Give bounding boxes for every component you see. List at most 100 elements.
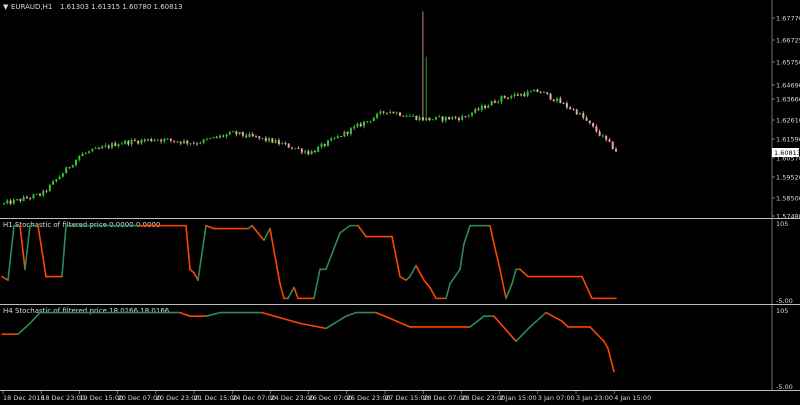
- candle-body: [464, 116, 467, 118]
- price-tick-label: 1.61590: [776, 136, 800, 144]
- stoch-segment: [345, 311, 357, 317]
- candle-body: [435, 116, 437, 120]
- candle-body: [448, 116, 451, 120]
- stoch-segment: [197, 224, 207, 281]
- h4-bottom-value: -5.00: [776, 383, 793, 391]
- price-tick-label: 1.62610: [776, 117, 800, 125]
- stoch-segment: [607, 347, 615, 373]
- stoch-segment: [1, 275, 9, 281]
- candle-body: [45, 190, 48, 192]
- stoch-segment: [269, 227, 281, 285]
- candle-body: [255, 136, 257, 138]
- candle-body: [225, 134, 228, 137]
- h4-stochastic-line: [1, 311, 615, 373]
- h4-indicator-label: H4 Stochastic of filtered price 18.0166 …: [3, 307, 170, 315]
- candle-body: [503, 95, 506, 98]
- candle-body: [183, 140, 185, 144]
- candle-body: [192, 143, 195, 145]
- stoch-segment: [515, 326, 531, 343]
- candle-body: [399, 112, 401, 116]
- candle-body: [212, 136, 215, 139]
- candle-body: [480, 105, 483, 110]
- candle-body: [97, 148, 100, 149]
- candle-body: [385, 112, 388, 114]
- candle-body: [575, 109, 578, 115]
- candle-body: [349, 128, 352, 134]
- candle-body: [199, 142, 202, 144]
- candle-body: [438, 116, 441, 118]
- stoch-segment: [603, 340, 609, 350]
- time-axis: 18 Dec 201818 Dec 23:0019 Dec 15:0020 De…: [2, 391, 651, 402]
- stoch-segment: [339, 224, 351, 234]
- time-tick-label: 24 Dec 07:00: [232, 394, 276, 402]
- stoch-segment: [61, 224, 67, 278]
- candle-body: [264, 137, 267, 141]
- candle-body: [585, 117, 588, 121]
- candle-body: [497, 101, 500, 103]
- candle-body: [120, 143, 123, 145]
- candle-body: [202, 139, 205, 143]
- candle-body: [287, 143, 290, 148]
- candle-body: [529, 91, 532, 93]
- candle-body: [261, 137, 264, 139]
- candle-body: [274, 140, 277, 143]
- stoch-segment: [7, 224, 15, 281]
- candle-body: [127, 140, 130, 145]
- stoch-segment: [375, 311, 391, 320]
- stoch-segment: [24, 224, 31, 271]
- candle-body: [48, 184, 51, 191]
- candle-body: [363, 121, 365, 127]
- time-tick-label: 26 Dec 23:00: [347, 394, 391, 402]
- candle-body: [81, 153, 84, 157]
- time-tick-label: 26 Dec 07:00: [309, 394, 353, 402]
- candle-body: [313, 151, 316, 152]
- candle-body: [565, 103, 568, 108]
- candle-body: [143, 139, 146, 141]
- candle-body: [408, 116, 411, 117]
- h1-top-value: 105: [776, 220, 788, 228]
- h1-stochastic-line: [1, 224, 617, 300]
- candle-body: [71, 165, 74, 168]
- candle-body: [421, 117, 424, 121]
- candle-body: [402, 115, 405, 117]
- candle-body: [291, 147, 293, 149]
- candle-body: [562, 103, 565, 104]
- candle-body: [471, 112, 473, 116]
- candle-body: [353, 126, 356, 129]
- candle-body: [42, 190, 45, 196]
- price-tick-label: 1.59520: [776, 174, 800, 182]
- ohlc-readout: 1.61303 1.61315 1.60780 1.60813: [60, 3, 182, 11]
- stoch-segment: [17, 322, 31, 335]
- time-tick-label: 28 Dec 07:00: [423, 394, 467, 402]
- candle-body: [55, 179, 58, 182]
- candle-body: [500, 95, 503, 102]
- stoch-segment: [589, 326, 605, 343]
- candle-body: [173, 140, 176, 142]
- candle-body: [608, 139, 611, 142]
- candle-body: [25, 196, 28, 199]
- time-tick-label: 19 Dec 15:00: [79, 394, 123, 402]
- stoch-segment: [449, 268, 461, 285]
- candle-body: [228, 131, 231, 135]
- candle-body: [16, 199, 19, 200]
- candle-body: [22, 196, 25, 201]
- candle-body: [572, 109, 575, 110]
- chart-canvas[interactable]: ▼ EURAUD,H1 1.61303 1.61315 1.60780 1.60…: [0, 0, 800, 405]
- candle-body: [461, 116, 464, 120]
- candle-body: [356, 123, 359, 127]
- stoch-segment: [179, 311, 191, 317]
- candle-body: [323, 143, 326, 146]
- candle-body: [150, 139, 153, 142]
- time-tick-label: 18 Dec 23:00: [41, 394, 85, 402]
- stoch-segment: [423, 279, 431, 289]
- stoch-segment: [357, 224, 367, 238]
- symbol-label: EURAUD,H1: [11, 3, 52, 11]
- candle-body: [431, 119, 434, 121]
- dropdown-arrow-icon[interactable]: ▼: [3, 3, 9, 11]
- candle-body: [241, 132, 244, 136]
- candle-body: [176, 141, 179, 143]
- current-price-value: 1.60813: [774, 149, 800, 157]
- candle-body: [579, 113, 581, 115]
- candle-body: [19, 199, 22, 201]
- candle-body: [75, 159, 77, 166]
